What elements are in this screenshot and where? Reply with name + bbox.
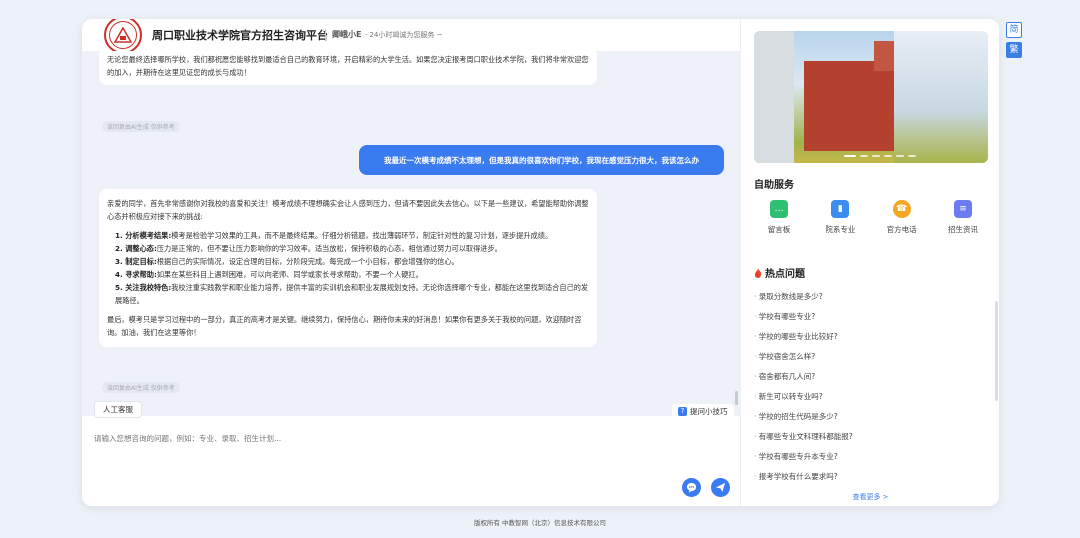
hot-question-item[interactable]: 学校的招生代码是多少? <box>754 411 979 431</box>
campus-banner-image[interactable] <box>754 31 988 163</box>
self-service-title: 自助服务 <box>754 180 794 191</box>
carousel-indicators[interactable] <box>844 155 916 157</box>
chat-bubble-icon <box>686 482 697 493</box>
question-mark-icon: ? <box>678 407 687 416</box>
see-more-link[interactable]: 查看更多 > <box>741 492 999 502</box>
language-switch: 简 繁 <box>1006 22 1022 58</box>
header-divider <box>325 29 326 40</box>
news-icon: ≡ <box>953 200 972 218</box>
human-service-button[interactable]: 人工客服 <box>94 401 142 418</box>
send-icon <box>715 482 726 493</box>
hot-question-item[interactable]: 学校宿舍怎么样? <box>754 351 979 371</box>
hot-question-item[interactable]: 学校有哪些专升本专业? <box>754 451 979 471</box>
assistant-description: · 24小时竭诚为您服务 ~ <box>365 31 443 39</box>
chat-scrollbar[interactable] <box>735 391 738 405</box>
tip-item: 3. 制定目标:根据自己的实际情况，设定合理的目标，分阶段完成。每完成一个小目标… <box>115 257 459 266</box>
phone-icon: ☎ <box>892 200 911 218</box>
tip-item: 5. 关注我校特色:我校注重实践教学和职业能力培养，提供丰富的实训机会和职业发展… <box>115 283 589 305</box>
logo-emblem <box>109 21 137 49</box>
self-service-grid: … 留言板 ▮ 院系专业 ☎ 官方电话 ≡ 招生资讯 <box>754 200 988 235</box>
service-departments[interactable]: ▮ 院系专业 <box>815 200 865 235</box>
ai-message-previous: 无论您最终选择哪所学校，我们都祝愿您能够找到最适合自己的教育环境，开启精彩的大学… <box>99 51 597 85</box>
header: 周口职业技术学院官方招生咨询平台 卿峨小E · 24小时竭诚为您服务 ~ <box>82 19 742 54</box>
footer-copyright: 版权所有 中教智网（北京）信息技术有限公司 <box>473 519 607 527</box>
tip-item: 4. 寻求帮助:如果在某些科目上遇到困难，可以向老师、同学或家长寻求帮助，不要一… <box>115 270 423 279</box>
assistant-name: 卿峨小E <box>332 30 362 39</box>
sidebar-scrollbar[interactable] <box>995 301 998 401</box>
chat-area[interactable]: 无论您最终选择哪所学校，我们都祝愿您能够找到最适合自己的教育环境，开启精彩的大学… <box>82 51 740 416</box>
service-message-board[interactable]: … 留言板 <box>754 200 804 235</box>
ai-message-response: 亲爱的同学，首先非常感谢你对我校的喜爱和关注！模考成绩不理想确实会让人感到压力，… <box>99 189 597 347</box>
fire-icon <box>754 267 762 278</box>
sidebar: 自助服务 … 留言板 ▮ 院系专业 ☎ 官方电话 ≡ 招生资讯 热点问题 · 录… <box>740 19 999 506</box>
service-admission-news[interactable]: ≡ 招生资讯 <box>938 200 988 235</box>
question-tips-button[interactable]: ? 提问小技巧 <box>672 404 734 419</box>
hot-questions-list: 录取分数线是多少? 学校有哪些专业? 学校的哪些专业比较好? 学校宿舍怎么样? … <box>754 291 979 491</box>
message-board-icon: … <box>770 200 788 218</box>
traditional-chinese-button[interactable]: 繁 <box>1006 42 1022 58</box>
ai-disclaimer: 该回复由AI生成 仅供参考 <box>102 382 180 393</box>
hot-question-item[interactable]: 学校有哪些专业? <box>754 311 979 331</box>
page-title: 周口职业技术学院官方招生咨询平台 <box>152 29 328 42</box>
hot-question-item[interactable]: 录取分数线是多少? <box>754 291 979 311</box>
chat-bubble-button[interactable] <box>682 478 701 497</box>
hot-question-item[interactable]: 学校的哪些专业比较好? <box>754 331 979 351</box>
service-official-phone[interactable]: ☎ 官方电话 <box>877 200 927 235</box>
tip-item: 2. 调整心态:压力是正常的，但不要让压力影响你的学习效率。适当放松，保持积极的… <box>115 244 502 253</box>
simplified-chinese-button[interactable]: 简 <box>1006 22 1022 38</box>
ai-disclaimer: 该回复由AI生成 仅供参考 <box>102 121 180 132</box>
user-message: 我最近一次模考成绩不太理想，但是我真的很喜欢你们学校，我现在感觉压力很大，我该怎… <box>359 145 724 175</box>
ai-intro: 亲爱的同学，首先非常感谢你对我校的喜爱和关注！模考成绩不理想确实会让人感到压力，… <box>107 199 589 221</box>
input-area <box>82 427 740 506</box>
hot-question-item[interactable]: 新生可以转专业吗? <box>754 391 979 411</box>
send-button[interactable] <box>711 478 730 497</box>
school-logo <box>104 19 142 54</box>
question-tips-label: 提问小技巧 <box>690 407 728 416</box>
tip-item: 1. 分析模考结果:模考是检验学习效果的工具，而不是最终结果。仔细分析错题，找出… <box>115 231 553 240</box>
question-input[interactable] <box>94 433 674 473</box>
ai-outro: 最后，模考只是学习过程中的一部分，真正的高考才是关键。继续努力，保持信心，期待你… <box>107 315 582 337</box>
department-icon: ▮ <box>831 200 850 218</box>
hot-question-item[interactable]: 报考学校有什么要求吗? <box>754 471 979 491</box>
hot-questions-title: 热点问题 <box>754 265 805 280</box>
tips-list: 1. 分析模考结果:模考是检验学习效果的工具，而不是最终结果。仔细分析错题，找出… <box>115 229 589 307</box>
hot-question-item[interactable]: 有哪些专业文科理科都能报? <box>754 431 979 451</box>
hot-question-item[interactable]: 宿舍都有几人间? <box>754 371 979 391</box>
main-card: 周口职业技术学院官方招生咨询平台 卿峨小E · 24小时竭诚为您服务 ~ 无论您… <box>82 19 999 506</box>
